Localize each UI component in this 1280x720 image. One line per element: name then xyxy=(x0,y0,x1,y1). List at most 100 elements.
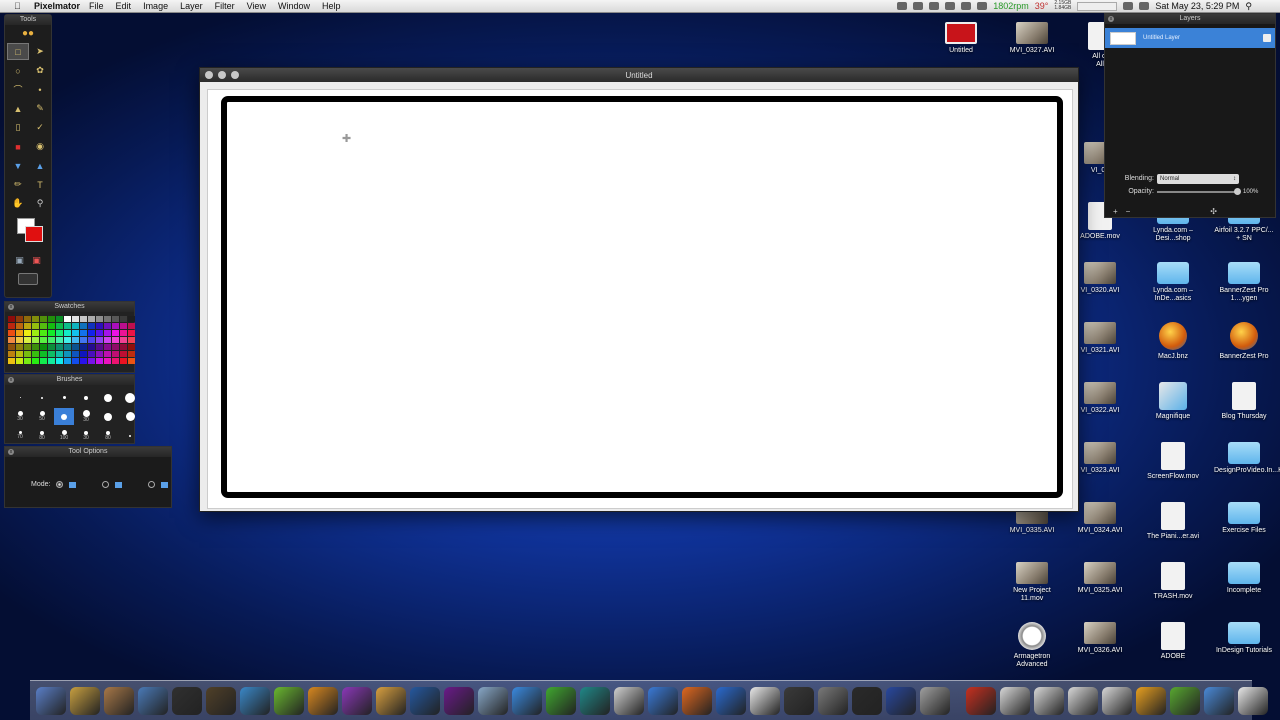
swatch[interactable] xyxy=(64,337,71,343)
eraser-tool-icon[interactable]: ▯ xyxy=(7,119,29,136)
dock-app-icon[interactable] xyxy=(1034,686,1064,715)
pen-tool-icon[interactable]: ✏ xyxy=(7,176,29,193)
mode-subtract-radio[interactable] xyxy=(148,481,156,488)
desktop-icon[interactable]: InDesign Tutorials xyxy=(1214,622,1274,655)
swatch[interactable] xyxy=(16,337,23,343)
dock-app-icon[interactable] xyxy=(886,686,916,715)
swatch[interactable] xyxy=(88,344,95,350)
mode-add-radio[interactable] xyxy=(102,481,110,488)
menu-file[interactable]: File xyxy=(89,1,104,11)
swatch[interactable] xyxy=(88,351,95,357)
pencil-tool-icon[interactable]: ✎ xyxy=(29,100,51,117)
desktop-icon[interactable]: MVI_0326.AVI xyxy=(1070,622,1130,655)
dock-app-icon[interactable] xyxy=(546,686,576,715)
desktop-icon[interactable]: BannerZest Pro xyxy=(1214,322,1274,361)
swatch[interactable] xyxy=(32,337,39,343)
time-machine-icon[interactable] xyxy=(929,2,940,10)
swatch[interactable] xyxy=(16,330,23,336)
desktop-icon[interactable]: Untitled xyxy=(931,22,991,55)
menu-filter[interactable]: Filter xyxy=(215,1,235,11)
lasso-tool-icon[interactable]: ✿ xyxy=(29,62,51,79)
window-icon[interactable] xyxy=(961,2,972,10)
swatch[interactable] xyxy=(96,358,103,364)
minimize-button[interactable] xyxy=(218,71,226,79)
layer-row[interactable]: Untitled Layer xyxy=(1105,28,1275,48)
swatch[interactable] xyxy=(32,344,39,350)
swatch[interactable] xyxy=(64,344,71,350)
brush-preset[interactable] xyxy=(120,389,140,406)
mode-new-radio[interactable] xyxy=(56,481,64,488)
desktop-icon[interactable]: New Project 11.mov xyxy=(1002,562,1062,603)
swatch[interactable] xyxy=(104,351,111,357)
swatch[interactable] xyxy=(32,316,39,322)
dock-app-icon[interactable] xyxy=(852,686,882,715)
dock-app-icon[interactable] xyxy=(342,686,372,715)
swatch[interactable] xyxy=(104,330,111,336)
swatch[interactable] xyxy=(120,344,127,350)
desktop-icon[interactable]: BannerZest Pro 1....ygen xyxy=(1214,262,1274,303)
swatch[interactable] xyxy=(112,316,119,322)
swatch[interactable] xyxy=(48,323,55,329)
swatch[interactable] xyxy=(112,323,119,329)
swatch[interactable] xyxy=(40,337,47,343)
fan-icon[interactable] xyxy=(977,2,988,10)
dock-app-icon[interactable] xyxy=(410,686,440,715)
swatch[interactable] xyxy=(40,316,47,322)
brush-preset[interactable] xyxy=(98,408,118,425)
dock-app-icon[interactable] xyxy=(648,686,678,715)
close-icon[interactable]: x xyxy=(8,377,14,383)
swatch[interactable] xyxy=(16,344,23,350)
swatch[interactable] xyxy=(56,330,63,336)
swatch[interactable] xyxy=(64,351,71,357)
desktop-icon[interactable]: Blog Thursday xyxy=(1214,382,1274,421)
brush-preset[interactable] xyxy=(10,389,30,406)
dock-app-icon[interactable] xyxy=(36,686,66,715)
dock-app-icon[interactable] xyxy=(1204,686,1234,715)
brush-preset[interactable]: 30 xyxy=(10,408,30,425)
swatch[interactable] xyxy=(8,316,15,322)
swatch[interactable] xyxy=(128,358,135,364)
swatch[interactable] xyxy=(120,316,127,322)
desktop-icon[interactable]: MVI_0325.AVI xyxy=(1070,562,1130,595)
swatch[interactable] xyxy=(72,330,79,336)
swatch[interactable] xyxy=(32,358,39,364)
swatch[interactable] xyxy=(88,358,95,364)
standard-mode-icon[interactable]: ▣ xyxy=(15,252,24,269)
dock-app-icon[interactable] xyxy=(274,686,304,715)
swatch[interactable] xyxy=(80,337,87,343)
swatch[interactable] xyxy=(128,337,135,343)
dock-app-icon[interactable] xyxy=(478,686,508,715)
swatch[interactable] xyxy=(120,358,127,364)
brush-preset[interactable] xyxy=(120,408,140,425)
swatch[interactable] xyxy=(80,323,87,329)
brush-preset[interactable]: 80 xyxy=(98,427,118,444)
swatch[interactable] xyxy=(104,344,111,350)
desktop-icon[interactable]: VI_0320.AVI xyxy=(1070,262,1130,295)
swatch[interactable] xyxy=(96,351,103,357)
swatch[interactable] xyxy=(64,323,71,329)
swatch[interactable] xyxy=(72,351,79,357)
swatch[interactable] xyxy=(56,351,63,357)
dock-app-icon[interactable] xyxy=(1000,686,1030,715)
dock-app-icon[interactable] xyxy=(444,686,474,715)
swatch[interactable] xyxy=(80,316,87,322)
canvas-area[interactable]: ✚ xyxy=(207,89,1073,509)
swatch[interactable] xyxy=(96,316,103,322)
crop-tool-icon[interactable]: ⌒ xyxy=(7,81,29,98)
swatch[interactable] xyxy=(24,323,31,329)
swatch[interactable] xyxy=(32,330,39,336)
close-icon[interactable]: x xyxy=(1108,16,1114,22)
swatch[interactable] xyxy=(128,316,135,322)
dock-app-icon[interactable] xyxy=(376,686,406,715)
brush-preset[interactable]: 50 xyxy=(32,408,52,425)
swatch[interactable] xyxy=(32,351,39,357)
opacity-slider-knob[interactable] xyxy=(1234,187,1241,195)
fill-tool-icon[interactable]: ■ xyxy=(7,138,29,155)
sync-icon[interactable] xyxy=(945,2,956,10)
document-title-bar[interactable]: Untitled xyxy=(200,68,1078,82)
zoom-tool-icon[interactable]: ⚲ xyxy=(29,195,51,212)
swatch[interactable] xyxy=(24,337,31,343)
swatch[interactable] xyxy=(16,351,23,357)
desktop-icon[interactable]: VI_0323.AVI xyxy=(1070,442,1130,475)
desktop-icon[interactable]: Magnifique xyxy=(1143,382,1203,421)
